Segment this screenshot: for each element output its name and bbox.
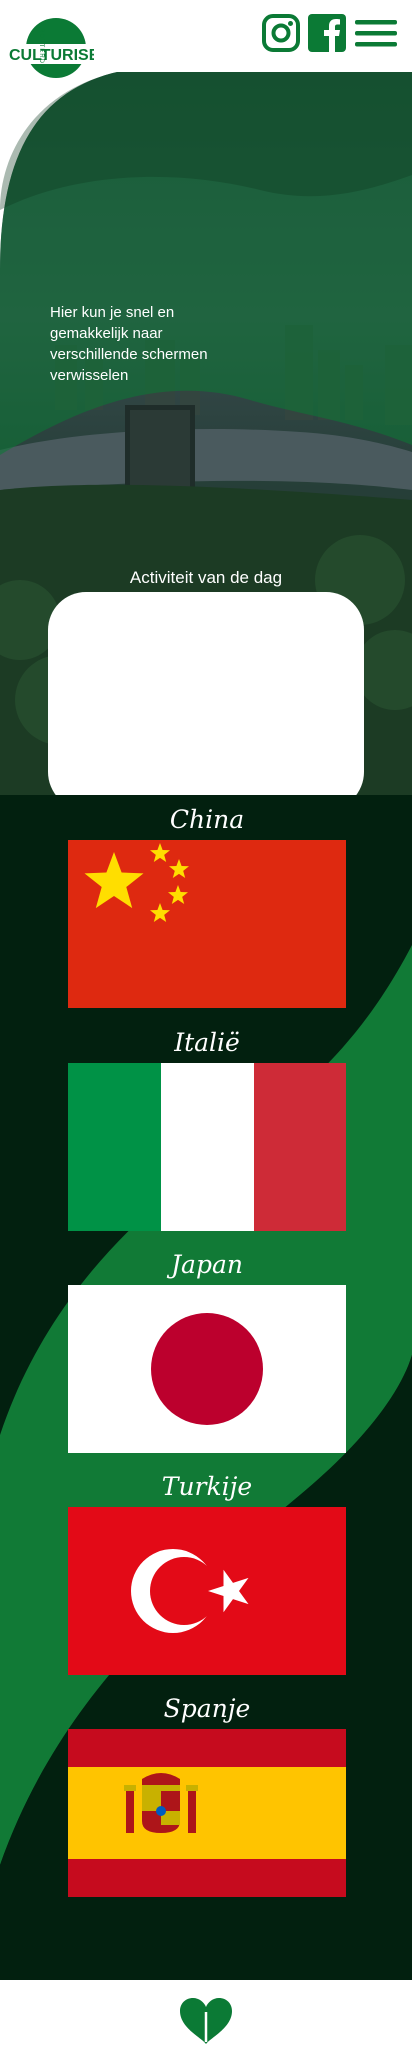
heart-icon[interactable]: [180, 1998, 232, 2044]
country-card-japan[interactable]: Japan: [68, 1245, 346, 1453]
logo-text: CULTURISE: [9, 47, 94, 64]
country-name: China: [169, 805, 245, 834]
country-card-china[interactable]: China: [68, 800, 346, 1008]
country-name: Spanje: [163, 1694, 251, 1723]
spain-flag: [68, 1729, 346, 1897]
japan-flag: [68, 1285, 346, 1453]
activity-card[interactable]: [48, 592, 364, 795]
italy-flag: [68, 1063, 346, 1231]
site-footer: [0, 1980, 412, 2064]
activity-title: Activiteit van de dag: [129, 568, 283, 587]
country-name: Japan: [171, 1250, 243, 1279]
menu-icon[interactable]: [355, 14, 397, 52]
china-flag: [68, 840, 346, 1008]
country-card-turkey[interactable]: Turkije: [68, 1467, 346, 1675]
hero-section: Hier kun je snel en gemakkelijk naar ver…: [0, 60, 412, 795]
intro-text: Hier kun je snel en gemakkelijk naar ver…: [50, 304, 208, 384]
instagram-icon[interactable]: [262, 14, 300, 52]
turkey-flag: [68, 1507, 346, 1675]
country-name: Italië: [174, 1028, 240, 1057]
facebook-icon[interactable]: [308, 14, 346, 52]
site-header: CULTURISE ROTTERDAM: [0, 0, 412, 78]
country-name: Turkije: [161, 1472, 253, 1501]
country-card-spain[interactable]: Spanje: [68, 1689, 346, 1897]
country-card-italy[interactable]: Italië: [68, 1023, 346, 1231]
culturise-logo[interactable]: CULTURISE ROTTERDAM: [8, 14, 94, 96]
countries-section: China Italië Japan Turkije Spanje: [0, 795, 412, 1980]
logo-subtext: ROTTERDAM: [38, 28, 44, 75]
